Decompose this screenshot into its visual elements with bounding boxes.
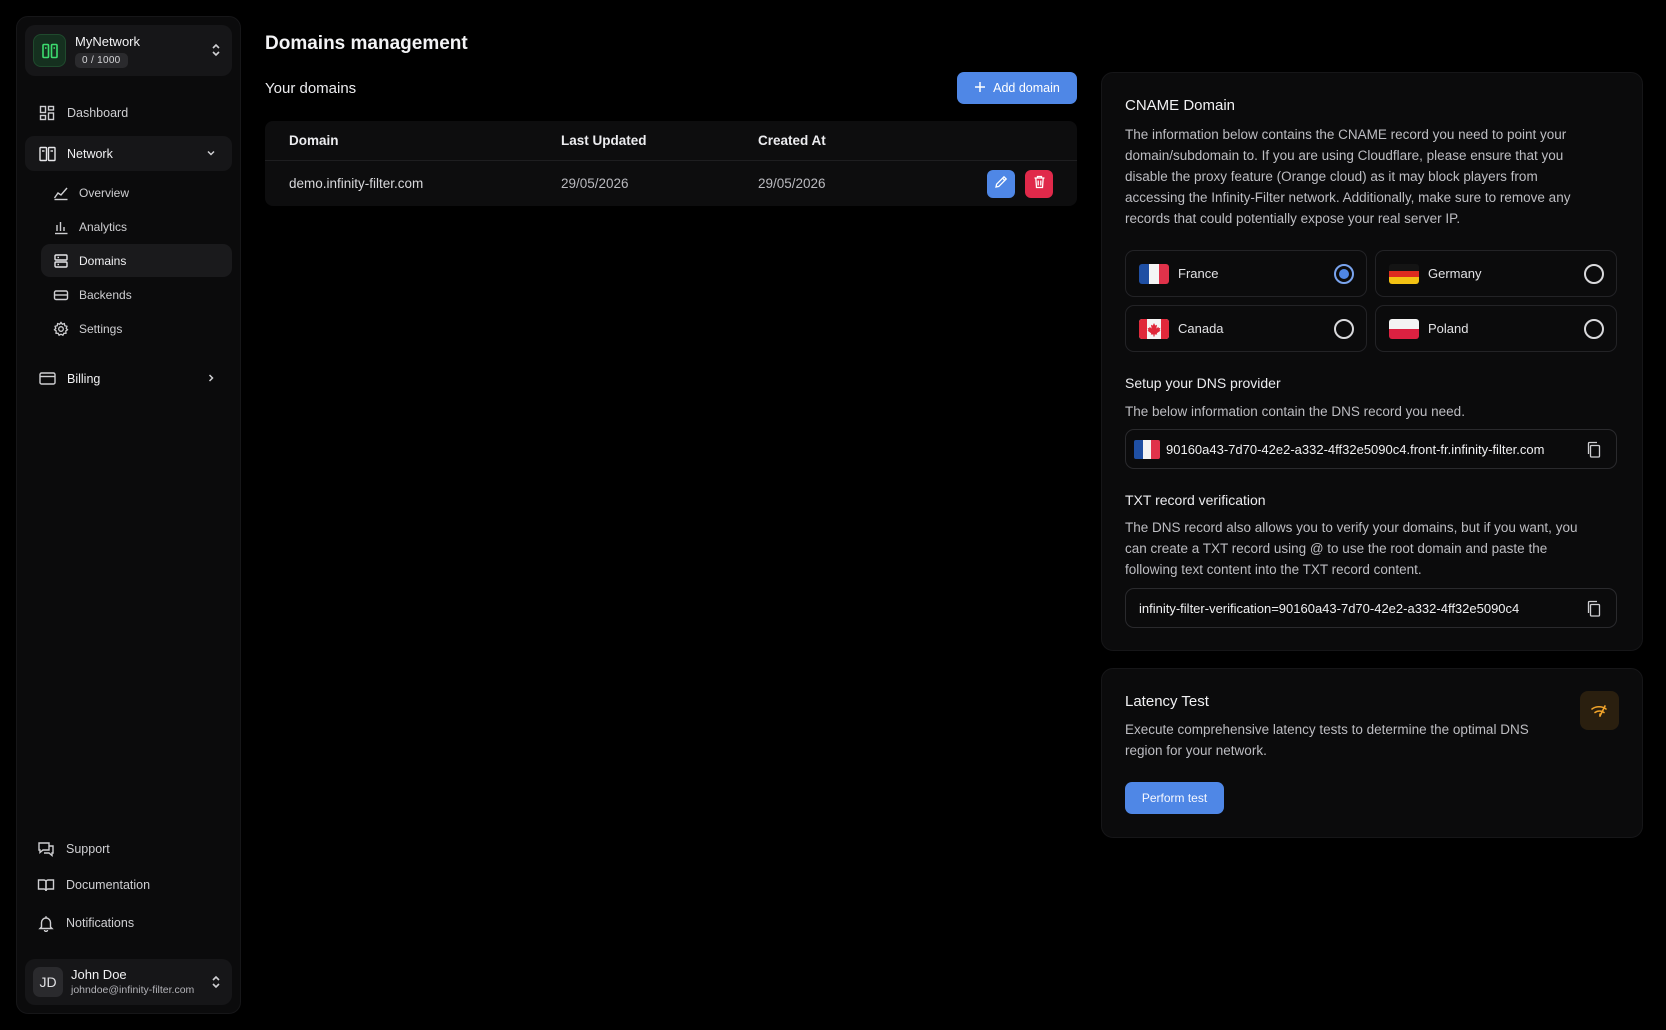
trash-icon bbox=[1033, 175, 1046, 194]
region-option-canada[interactable]: Canada bbox=[1125, 305, 1367, 352]
bell-icon bbox=[37, 914, 55, 932]
region-option-poland[interactable]: Poland bbox=[1375, 305, 1617, 352]
sidebar-item-label: Support bbox=[66, 842, 110, 856]
latency-description: Execute comprehensive latency tests to d… bbox=[1125, 722, 1529, 758]
perform-test-button[interactable]: Perform test bbox=[1125, 782, 1224, 814]
credit-card-icon bbox=[38, 370, 56, 388]
region-radio[interactable] bbox=[1584, 319, 1604, 339]
section-title: Your domains bbox=[265, 80, 357, 97]
add-domain-button[interactable]: Add domain bbox=[957, 72, 1077, 104]
user-name: John Doe bbox=[71, 967, 127, 982]
chat-icon bbox=[37, 840, 55, 858]
region-radio[interactable] bbox=[1334, 264, 1354, 284]
dns-setup-title: Setup your DNS provider bbox=[1125, 375, 1281, 391]
txt-record-value[interactable]: infinity-filter-verification=90160a43-7d… bbox=[1139, 601, 1519, 616]
region-name: Canada bbox=[1178, 321, 1224, 336]
txt-verification-title: TXT record verification bbox=[1125, 492, 1266, 508]
france-flag-icon bbox=[1139, 264, 1169, 284]
network-icon bbox=[38, 145, 56, 163]
gear-icon bbox=[53, 320, 69, 337]
sidebar-item-label: Settings bbox=[79, 321, 123, 336]
delete-domain-button[interactable] bbox=[1025, 170, 1053, 198]
domains-table: Domain Last Updated Created At demo.infi… bbox=[265, 121, 1077, 206]
table-header: Domain Last Updated Created At bbox=[265, 121, 1077, 161]
edit-domain-button[interactable] bbox=[987, 170, 1015, 198]
drive-icon bbox=[53, 287, 69, 303]
cname-domain-card: CNAME Domain The information below conta… bbox=[1101, 72, 1643, 651]
france-flag-icon bbox=[1134, 440, 1160, 459]
page-title: Domains management bbox=[265, 33, 468, 54]
server-icon bbox=[53, 253, 69, 269]
sidebar-item-label: Analytics bbox=[79, 219, 128, 234]
sidebar-item-documentation[interactable]: Documentation bbox=[25, 870, 232, 900]
column-header-last-updated[interactable]: Last Updated bbox=[561, 133, 647, 148]
chevron-up-down-icon bbox=[210, 41, 222, 59]
org-quota-badge: 0 / 1000 bbox=[75, 53, 128, 68]
pencil-icon bbox=[994, 175, 1008, 194]
region-radio[interactable] bbox=[1334, 319, 1354, 339]
sidebar-item-label: Network bbox=[67, 146, 113, 161]
sidebar-item-backends[interactable]: Backends bbox=[41, 278, 232, 311]
txt-record-field[interactable]: infinity-filter-verification=90160a43-7d… bbox=[1125, 588, 1617, 628]
canada-flag-icon bbox=[1139, 319, 1169, 339]
sidebar-item-label: Documentation bbox=[66, 878, 151, 892]
add-domain-label: Add domain bbox=[993, 81, 1060, 95]
column-header-domain[interactable]: Domain bbox=[289, 133, 339, 148]
dns-setup-description: The below information contain the DNS re… bbox=[1125, 404, 1465, 419]
copy-icon[interactable] bbox=[1586, 600, 1602, 618]
network-logo-icon bbox=[33, 34, 66, 67]
sidebar-item-label: Overview bbox=[79, 185, 130, 200]
sidebar: MyNetwork 0 / 1000 Dashboard Network Ove… bbox=[16, 16, 241, 1014]
user-email: johndoe@infinity-filter.com bbox=[71, 984, 195, 996]
user-menu[interactable]: JD John Doe johndoe@infinity-filter.com bbox=[25, 959, 232, 1005]
overview-chart-icon bbox=[53, 185, 69, 201]
region-name: Poland bbox=[1428, 321, 1469, 336]
chevron-up-down-icon bbox=[210, 973, 222, 991]
region-name: Germany bbox=[1428, 266, 1482, 281]
sidebar-item-domains[interactable]: Domains bbox=[41, 244, 232, 277]
sidebar-item-settings[interactable]: Settings bbox=[41, 312, 232, 345]
domain-cell: demo.infinity-filter.com bbox=[289, 176, 424, 191]
sidebar-item-billing[interactable]: Billing bbox=[25, 361, 232, 396]
sidebar-item-label: Notifications bbox=[66, 916, 135, 930]
sidebar-item-overview[interactable]: Overview bbox=[41, 176, 232, 209]
dns-record-value[interactable]: 90160a43-7d70-42e2-a332-4ff32e5090c4.fro… bbox=[1166, 442, 1544, 457]
chevron-right-icon bbox=[204, 371, 218, 385]
dns-record-field[interactable]: 90160a43-7d70-42e2-a332-4ff32e5090c4.fro… bbox=[1125, 429, 1617, 469]
sidebar-item-dashboard[interactable]: Dashboard bbox=[25, 95, 232, 130]
sidebar-item-support[interactable]: Support bbox=[25, 834, 232, 864]
copy-icon[interactable] bbox=[1586, 441, 1602, 459]
last-updated-cell: 29/05/2026 bbox=[561, 176, 629, 191]
book-icon bbox=[37, 876, 55, 894]
sidebar-item-label: Billing bbox=[67, 371, 101, 386]
created-at-cell: 29/05/2026 bbox=[758, 176, 826, 191]
sidebar-item-notifications[interactable]: Notifications bbox=[25, 908, 232, 938]
sidebar-item-label: Backends bbox=[79, 287, 132, 302]
sidebar-item-network[interactable]: Network bbox=[25, 136, 232, 171]
latency-title: Latency Test bbox=[1125, 693, 1209, 710]
column-header-created-at[interactable]: Created At bbox=[758, 133, 826, 148]
poland-flag-icon bbox=[1389, 319, 1419, 339]
avatar: JD bbox=[33, 967, 63, 997]
germany-flag-icon bbox=[1389, 264, 1419, 284]
region-name: France bbox=[1178, 266, 1219, 281]
chevron-down-icon bbox=[204, 146, 218, 160]
txt-verification-description: The DNS record also allows you to verify… bbox=[1125, 520, 1578, 577]
plus-icon bbox=[974, 81, 986, 96]
cname-description: The information below contains the CNAME… bbox=[1125, 127, 1571, 226]
region-option-germany[interactable]: Germany bbox=[1375, 250, 1617, 297]
sidebar-item-label: Domains bbox=[79, 253, 127, 268]
signal-icon bbox=[1580, 691, 1619, 730]
region-option-france[interactable]: France bbox=[1125, 250, 1367, 297]
org-switcher[interactable]: MyNetwork 0 / 1000 bbox=[25, 25, 232, 76]
dashboard-icon bbox=[38, 104, 56, 122]
org-name: MyNetwork bbox=[75, 34, 141, 49]
bar-chart-icon bbox=[53, 219, 69, 235]
sidebar-item-label: Dashboard bbox=[67, 105, 129, 120]
sidebar-item-analytics[interactable]: Analytics bbox=[41, 210, 232, 243]
cname-title: CNAME Domain bbox=[1125, 97, 1236, 114]
latency-test-card: Latency Test Execute comprehensive laten… bbox=[1101, 668, 1643, 838]
region-radio[interactable] bbox=[1584, 264, 1604, 284]
